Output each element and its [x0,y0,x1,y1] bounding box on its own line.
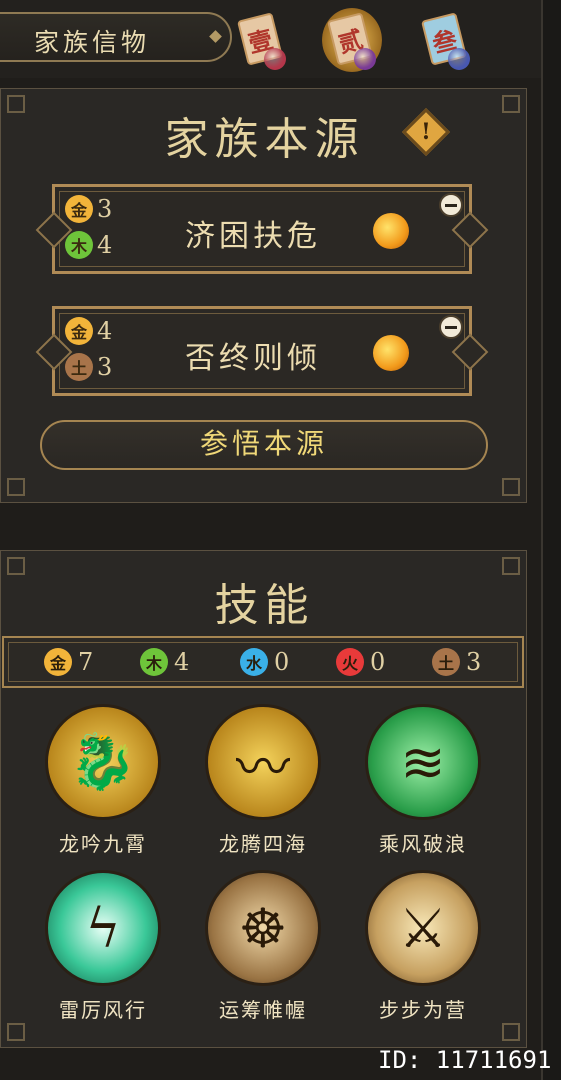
element-count-item: 火0 [336,648,385,676]
wave-icon[interactable]: ≋ [365,704,481,820]
element-count-bar: 金7木4水0火0土3 [2,636,524,688]
skill-name: 龙腾四海 [219,832,307,856]
watermark-id: ID: 11711691 [378,1046,552,1074]
element-icon: 木 [65,231,93,259]
origin-name: 否终则倾 [185,341,321,376]
remove-button[interactable] [439,315,463,339]
family-origin-title: 家族本源 [164,114,365,165]
skill-name: 运筹帷幄 [219,998,307,1022]
dragon-roar-icon[interactable]: 🐉 [45,704,161,820]
skill-item[interactable]: ≋ 乘风破浪 [363,704,483,857]
element-count: 0 [370,648,386,676]
token-bead-icon [264,48,286,70]
tab-ornament [209,30,222,43]
element-count: 7 [78,648,94,676]
element-count: 0 [274,648,290,676]
element-icon: 金 [44,648,72,676]
comprehend-origin-button[interactable]: 参悟本源 [40,420,488,470]
element-count: 3 [466,648,482,676]
family-token-tab[interactable]: 家族信物 [0,12,232,62]
element-icon: 土 [432,648,460,676]
orb-icon [373,335,409,371]
token-bead-icon [448,48,470,70]
element-count-item: 土3 [432,648,481,676]
strategist-icon[interactable]: ☸ [205,870,321,986]
element-count: 3 [97,353,113,381]
skill-item[interactable]: ☸ 运筹帷幄 [203,870,323,1023]
origin-name: 济困扶危 [185,219,321,254]
skill-name: 雷厉风行 [59,998,147,1022]
element-count-item: 木4 [140,648,189,676]
dragon-soar-icon[interactable]: 〰 [205,704,321,820]
element-count-item: 水0 [240,648,289,676]
element-icon: 木 [140,648,168,676]
element-requirement: 土3 [65,353,112,381]
swordsman-icon[interactable]: ⚔ [365,870,481,986]
element-count-item: 金7 [44,648,93,676]
top-bar: 家族信物 壹贰叁 [0,0,561,78]
element-requirement: 木4 [65,231,112,259]
element-requirement: 金3 [65,195,112,223]
skill-name: 乘风破浪 [379,832,467,856]
lightning-icon[interactable]: ϟ [45,870,161,986]
element-requirement: 金4 [65,317,112,345]
remove-button[interactable] [439,193,463,217]
element-count: 4 [174,648,190,676]
skill-item[interactable]: ϟ 雷厉风行 [43,870,163,1023]
element-icon: 火 [336,648,364,676]
skills-title: 技能 [214,580,315,631]
element-count: 4 [97,231,113,259]
family-token-3[interactable]: 叁 [420,12,472,72]
family-token-2[interactable]: 贰 [322,8,382,72]
element-icon: 土 [65,353,93,381]
element-icon: 金 [65,317,93,345]
family-token-1[interactable]: 壹 [236,12,288,72]
orb-icon [373,213,409,249]
token-bead-icon [354,48,376,70]
skill-item[interactable]: 〰龙腾四海 [203,704,323,857]
family-token-title: 家族信物 [34,28,151,57]
element-count: 4 [97,317,113,345]
skill-item[interactable]: 🐉 龙吟九霄 [43,704,163,857]
skill-name: 龙吟九霄 [59,832,147,856]
origin-card[interactable]: 金 3 木 4 济困扶危 [35,184,489,274]
element-icon: 金 [65,195,93,223]
skill-item[interactable]: ⚔ 步步为营 [363,870,483,1023]
right-edge [541,0,561,1080]
element-icon: 水 [240,648,268,676]
element-count: 3 [97,195,113,223]
skill-name: 步步为营 [379,998,467,1022]
origin-card[interactable]: 金 4 土 3 否终则倾 [35,306,489,396]
